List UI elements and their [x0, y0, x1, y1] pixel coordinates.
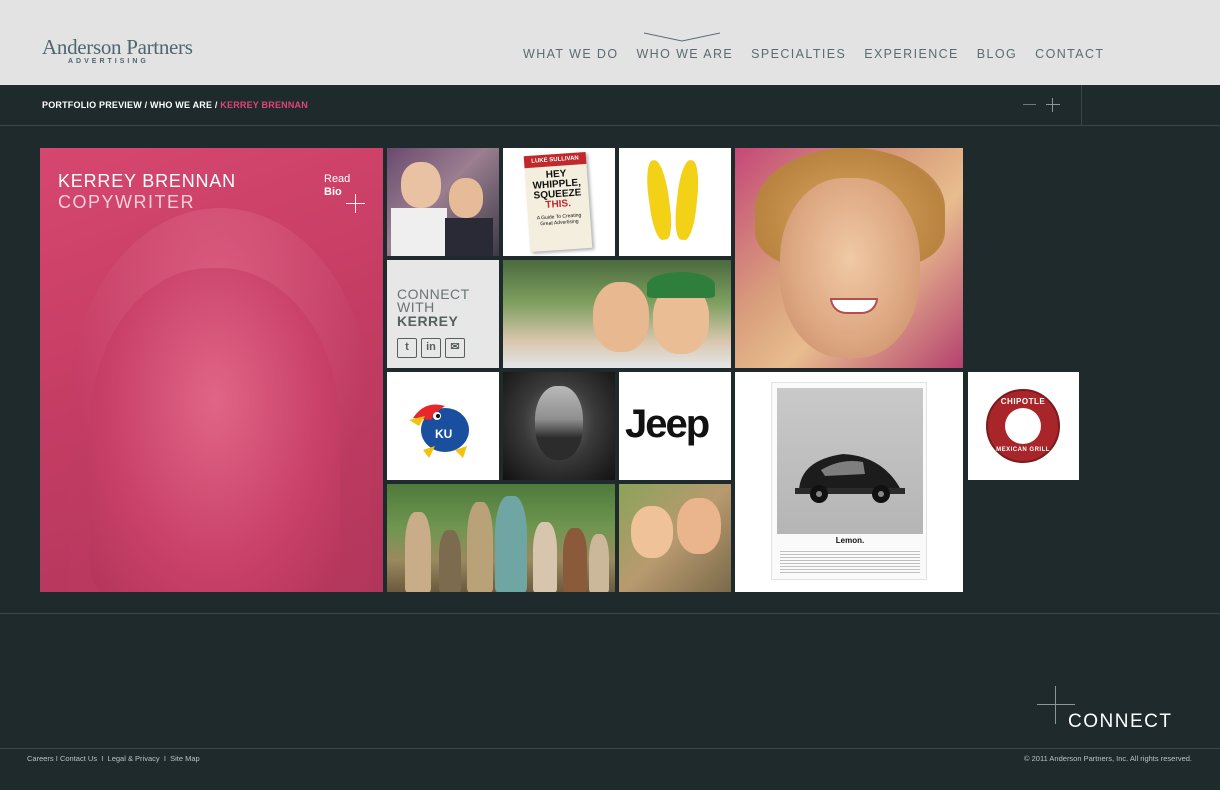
book-author: LUKE SULLIVAN — [523, 151, 587, 169]
main-nav: WHAT WE DO WHO WE ARE SPECIALTIES EXPERI… — [523, 32, 1122, 61]
nav-item-specialties[interactable]: SPECIALTIES — [751, 47, 846, 61]
gallery-chipotle-logo[interactable]: CHIPOTLE MEXICAN GRILL — [968, 372, 1079, 480]
nav-item-blog[interactable]: BLOG — [977, 47, 1017, 61]
logo-subtitle: ADVERTISING — [68, 58, 149, 65]
photo-shirt — [445, 218, 493, 256]
nav-item-what-we-do[interactable]: WHAT WE DO — [523, 47, 618, 61]
nav-item-who-we-are[interactable]: WHO WE ARE — [636, 32, 734, 61]
connect-with-tile: CONNECT WITH KERREY t in ✉ — [387, 260, 499, 368]
book-title: HEY WHIPPLE, SQUEEZE THIS. A Guide To Cr… — [527, 168, 589, 228]
read-bio-plus-icon[interactable] — [346, 194, 365, 213]
breadcrumb-separator: / — [144, 100, 148, 110]
read-label: Read — [324, 173, 351, 185]
nav-item-contact[interactable]: CONTACT — [1035, 47, 1104, 61]
photo-figure — [495, 496, 527, 592]
gallery-book-hey-whipple[interactable]: LUKE SULLIVAN HEY WHIPPLE, SQUEEZE THIS.… — [503, 148, 615, 256]
photo-face — [631, 506, 673, 558]
photo-figure — [563, 528, 587, 592]
vw-ad-page: Lemon. — [771, 382, 927, 580]
logo-name: Anderson Partners — [42, 35, 193, 59]
gallery-childhood-photo[interactable] — [387, 148, 499, 256]
profile-name: KERREY BRENNAN — [58, 171, 236, 191]
gallery-flip-flops[interactable] — [619, 148, 731, 256]
ku-text: KU — [435, 427, 452, 441]
breadcrumb-portfolio-preview[interactable]: PORTFOLIO PREVIEW — [42, 100, 142, 110]
vw-ad-headline: Lemon. — [835, 536, 865, 545]
gallery-jeep-logo[interactable]: Jeep — [619, 372, 731, 480]
gallery-ku-jayhawk[interactable]: KU — [387, 372, 499, 480]
gallery-friends-photo[interactable] — [503, 260, 731, 368]
gallery-vw-lemon-ad[interactable]: Lemon. — [735, 372, 963, 592]
chipotle-logo: CHIPOTLE MEXICAN GRILL — [986, 389, 1060, 463]
nav-item-label: WHO WE ARE — [636, 47, 734, 61]
gallery-bearded-man[interactable] — [503, 372, 615, 480]
footer-link-careers[interactable]: Careers — [27, 754, 54, 763]
chipotle-subtitle: MEXICAN GRILL — [996, 447, 1050, 453]
expand-plus-icon[interactable] — [1046, 98, 1060, 112]
twitter-icon[interactable]: t — [397, 338, 417, 358]
chipotle-wordmark: CHIPOTLE — [1000, 397, 1046, 406]
linkedin-icon[interactable]: in — [421, 338, 441, 358]
vw-ad-photo — [777, 388, 923, 534]
breadcrumb-divider — [1081, 85, 1082, 126]
profile-hero-tile: KERREY BRENNAN COPYWRITER Read Bio — [40, 148, 383, 592]
footer-link-contact-us[interactable]: Contact Us — [60, 754, 97, 763]
profile-title: COPYWRITER — [58, 192, 196, 212]
portrait-face — [780, 178, 920, 358]
photo-figure — [467, 502, 493, 592]
connect-link[interactable]: CONNECT — [1068, 711, 1172, 733]
photo-face — [401, 162, 441, 208]
book-cover: LUKE SULLIVAN HEY WHIPPLE, SQUEEZE THIS.… — [523, 151, 593, 253]
footer-link-separator: I — [161, 754, 168, 763]
footer-link-separator: I — [55, 754, 58, 763]
chipotle-pepper-icon — [1005, 408, 1041, 444]
copyright-text: © 2011 Anderson Partners, Inc. All right… — [1024, 754, 1192, 763]
footer-link-site-map[interactable]: Site Map — [170, 754, 200, 763]
book-subtitle: A Guide To Creating Great Advertising — [536, 212, 582, 228]
flip-flop-right — [672, 159, 702, 241]
photo-face — [677, 498, 721, 554]
site-logo[interactable]: Anderson Partners ADVERTISING — [42, 36, 193, 65]
content-divider — [0, 613, 1220, 614]
footer-link-separator: I — [99, 754, 106, 763]
vw-beetle-image — [795, 454, 905, 503]
nav-item-experience[interactable]: EXPERIENCE — [864, 47, 959, 61]
photo-face — [593, 282, 649, 352]
footer-link-legal-privacy[interactable]: Legal & Privacy — [108, 754, 160, 763]
profile-photo — [90, 268, 340, 592]
photo-figure — [589, 534, 609, 592]
photo-face — [449, 178, 483, 218]
photo-figure — [405, 512, 431, 592]
breadcrumb-bar: PORTFOLIO PREVIEW / WHO WE ARE / KERREY … — [0, 85, 1220, 126]
gallery-actress-portrait[interactable] — [735, 148, 963, 368]
photo-figure — [533, 522, 557, 592]
site-header: Anderson Partners ADVERTISING WHAT WE DO… — [0, 0, 1220, 85]
gallery-baby-photo[interactable] — [619, 484, 731, 592]
connect-line-3: KERREY — [397, 313, 459, 329]
connect-line-2: WITH — [397, 299, 435, 315]
photo-face — [535, 386, 583, 460]
jeep-wordmark: Jeep — [625, 402, 710, 446]
photo-shirt — [391, 208, 447, 256]
breadcrumb-separator: / — [214, 100, 218, 110]
jayhawk-logo: KU — [409, 404, 469, 458]
footer-divider — [0, 748, 1220, 749]
breadcrumb-who-we-are[interactable]: WHO WE ARE — [150, 100, 212, 110]
gallery-sound-of-music[interactable] — [387, 484, 615, 592]
active-nav-indicator — [644, 32, 721, 42]
breadcrumb: PORTFOLIO PREVIEW / WHO WE ARE / KERREY … — [42, 100, 308, 110]
vw-ad-body-copy — [780, 551, 920, 573]
email-icon[interactable]: ✉ — [445, 338, 465, 358]
breadcrumb-current: KERREY BRENNAN — [220, 100, 308, 110]
photo-figure — [439, 530, 461, 592]
collapse-minus-icon[interactable] — [1023, 104, 1036, 105]
footer-links: Careers I Contact Us I Legal & Privacy I… — [27, 754, 200, 763]
photo-cap — [647, 272, 715, 298]
flip-flop-left — [643, 158, 675, 242]
